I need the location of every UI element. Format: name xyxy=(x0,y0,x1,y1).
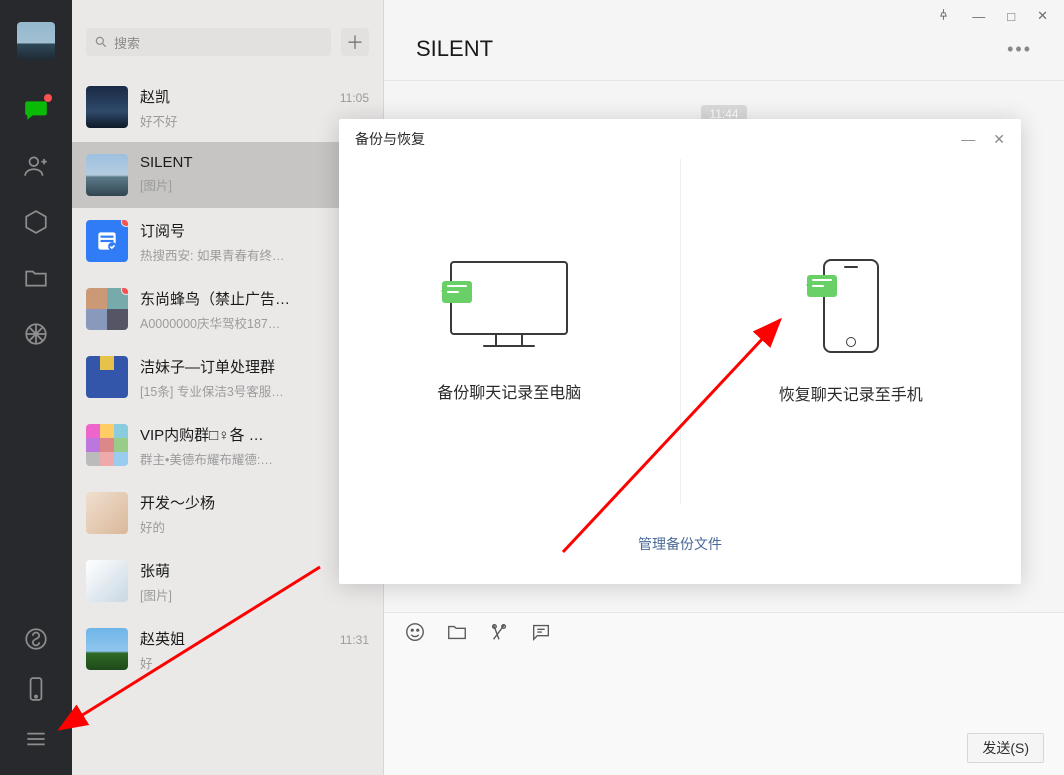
chat-item[interactable]: 赵英姐 11:31 好 xyxy=(72,616,383,684)
close-icon[interactable]: ✕ xyxy=(1037,8,1048,24)
chat-name: 赵凯 xyxy=(140,86,170,107)
unread-dot xyxy=(121,288,128,295)
chat-name: VIP内购群□♀各 … xyxy=(140,424,264,445)
menu-icon[interactable] xyxy=(22,725,50,753)
chat-avatar xyxy=(86,560,128,602)
search-placeholder: 搜索 xyxy=(114,33,140,52)
chat-preview: [图片] xyxy=(140,585,360,604)
moments-icon[interactable] xyxy=(22,320,50,348)
search-input[interactable]: 搜索 xyxy=(86,28,331,56)
dialog-title: 备份与恢复 xyxy=(355,129,425,149)
chat-avatar xyxy=(86,288,128,330)
send-button[interactable]: 发送(S) xyxy=(967,733,1044,763)
screenshot-icon[interactable] xyxy=(488,621,510,643)
backup-to-pc-option[interactable]: 备份聊天记录至电脑 xyxy=(339,159,680,504)
chat-preview: 热搜西安: 如果青春有终… xyxy=(140,245,360,264)
folder-icon[interactable] xyxy=(446,621,468,643)
chat-name: 洁妹子—订单处理群 xyxy=(140,356,275,377)
nav-rail xyxy=(0,0,72,775)
history-icon[interactable] xyxy=(530,621,552,643)
maximize-icon[interactable]: □ xyxy=(1007,9,1015,24)
chat-avatar xyxy=(86,154,128,196)
chat-name: 张萌 xyxy=(140,560,170,581)
chat-item[interactable]: 洁妹子—订单处理群1[15条] 专业保洁3号客服… xyxy=(72,344,383,412)
emoji-icon[interactable] xyxy=(404,621,426,643)
chat-list-panel: 搜索 ＋ 赵凯 11:05 好不好 SILENT1[图片]订阅号1热搜西安: 如果青春… xyxy=(72,0,384,775)
chat-title: SILENT xyxy=(416,36,493,62)
my-avatar[interactable] xyxy=(17,22,55,60)
chat-preview: [图片] xyxy=(140,175,360,194)
chat-item[interactable]: 开发～少杨好的 xyxy=(72,480,383,548)
dialog-minimize-icon[interactable]: — xyxy=(961,131,975,148)
chat-preview: 好的 xyxy=(140,517,360,536)
chat-preview: A0000000庆华驾校187… xyxy=(140,313,360,332)
minimize-icon[interactable]: — xyxy=(972,9,985,24)
contacts-icon[interactable] xyxy=(22,152,50,180)
chat-item[interactable]: VIP内购群□♀各 …1群主•美德布耀布耀德:… xyxy=(72,412,383,480)
chat-avatar xyxy=(86,356,128,398)
chat-avatar xyxy=(86,424,128,466)
unread-dot xyxy=(121,220,128,227)
chat-preview: 好不好 xyxy=(140,111,360,130)
dialog-close-icon[interactable]: ✕ xyxy=(993,131,1005,148)
backup-label: 备份聊天记录至电脑 xyxy=(437,379,581,403)
pc-icon xyxy=(450,261,568,351)
chat-avatar xyxy=(86,220,128,262)
phone-icon[interactable] xyxy=(22,675,50,703)
phone-device-icon xyxy=(823,259,879,353)
miniprogram-icon[interactable] xyxy=(22,625,50,653)
chat-name: SILENT xyxy=(140,154,193,171)
chat-preview: 好 xyxy=(140,653,360,672)
add-button[interactable]: ＋ xyxy=(341,28,369,56)
chat-item[interactable]: 订阅号1热搜西安: 如果青春有终… xyxy=(72,208,383,276)
chat-time: 11:05 xyxy=(340,91,369,105)
restore-to-phone-option[interactable]: 恢复聊天记录至手机 xyxy=(680,159,1022,504)
chat-avatar xyxy=(86,86,128,128)
chat-item[interactable]: 赵凯 11:05 好不好 xyxy=(72,74,383,142)
chat-time: 11:31 xyxy=(340,633,369,647)
chat-name: 赵英姐 xyxy=(140,628,185,649)
pin-icon[interactable] xyxy=(937,8,950,24)
files-icon[interactable] xyxy=(22,264,50,292)
window-controls: — □ ✕ xyxy=(384,0,1064,32)
favorites-icon[interactable] xyxy=(22,208,50,236)
chat-menu-icon[interactable]: ••• xyxy=(1007,39,1032,60)
chat-name: 开发～少杨 xyxy=(140,492,215,513)
chat-name: 东尚蜂鸟（禁止广告… xyxy=(140,288,290,309)
chat-name: 订阅号 xyxy=(140,220,185,241)
chat-item[interactable]: 张萌11:42[图片] xyxy=(72,548,383,616)
restore-label: 恢复聊天记录至手机 xyxy=(779,381,923,405)
chat-item[interactable]: 东尚蜂鸟（禁止广告…1A0000000庆华驾校187… xyxy=(72,276,383,344)
chat-item[interactable]: SILENT1[图片] xyxy=(72,142,383,208)
manage-backup-link[interactable]: 管理备份文件 xyxy=(339,504,1021,584)
chat-avatar xyxy=(86,628,128,670)
chat-preview: [15条] 专业保洁3号客服… xyxy=(140,381,360,400)
backup-restore-dialog: 备份与恢复 — ✕ 备份聊天记录至电脑 恢复聊天记录至手机 xyxy=(339,119,1021,584)
search-icon xyxy=(94,35,108,49)
chat-icon[interactable] xyxy=(22,96,50,124)
chat-avatar xyxy=(86,492,128,534)
chat-preview: 群主•美德布耀布耀德:… xyxy=(140,449,360,468)
